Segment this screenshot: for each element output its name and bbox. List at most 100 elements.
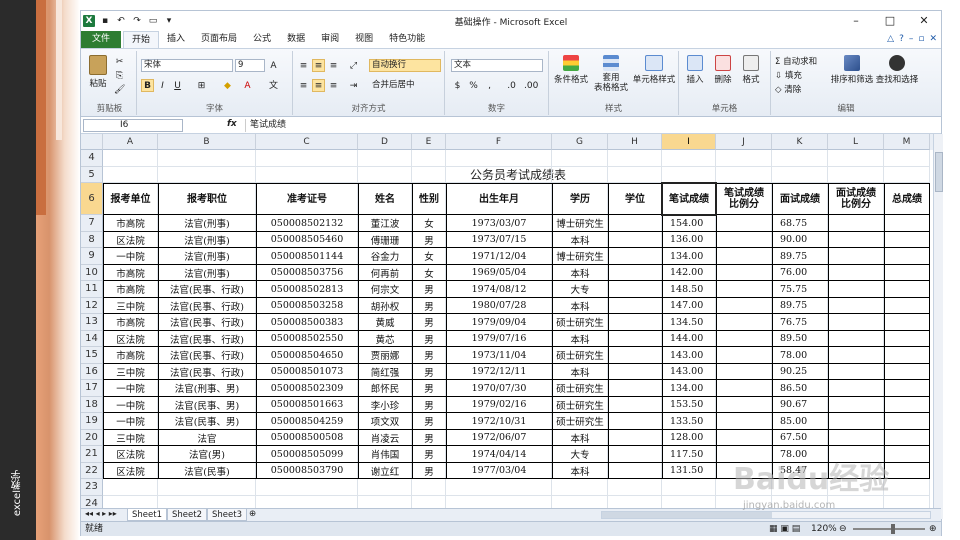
cell-d13[interactable]: 黄威 — [358, 314, 412, 331]
cell-m21[interactable] — [884, 446, 930, 463]
cell-b21[interactable]: 法官(男) — [158, 446, 256, 463]
tab-review[interactable]: 审阅 — [313, 31, 347, 48]
decrease-decimal-icon[interactable]: .00 — [523, 79, 538, 92]
row-header-13[interactable]: 13 — [81, 314, 103, 331]
row-header-22[interactable]: 22 — [81, 462, 103, 479]
row-header-19[interactable]: 19 — [81, 413, 103, 430]
cell-g17[interactable]: 硕士研究生 — [552, 380, 608, 397]
cell-b18[interactable]: 法官(民事、男) — [158, 397, 256, 414]
comma-icon[interactable]: , — [483, 79, 496, 92]
cell-e13[interactable]: 男 — [412, 314, 446, 331]
cell-k13[interactable]: 76.75 — [772, 314, 828, 331]
cell-k12[interactable]: 89.75 — [772, 298, 828, 315]
cell-j22[interactable] — [716, 463, 772, 480]
cell-h11[interactable] — [608, 281, 662, 298]
column-header-a[interactable]: A — [103, 134, 158, 150]
cell-b15[interactable]: 法官(民事、行政) — [158, 347, 256, 364]
cell-g11[interactable]: 大专 — [552, 281, 608, 298]
row-header-8[interactable]: 8 — [81, 231, 103, 248]
cell-h21[interactable] — [608, 446, 662, 463]
cell-i19[interactable]: 133.50 — [662, 413, 716, 430]
tab-home[interactable]: 开始 — [123, 31, 160, 48]
cell-a15[interactable]: 市高院 — [103, 347, 158, 364]
tab-data[interactable]: 数据 — [279, 31, 313, 48]
cell-c8[interactable]: 050008505460 — [256, 232, 358, 249]
tab-formulas[interactable]: 公式 — [245, 31, 279, 48]
vertical-scrollbar[interactable] — [933, 134, 943, 519]
h-scroll-thumb[interactable] — [602, 512, 772, 518]
cell-g8[interactable]: 本科 — [552, 232, 608, 249]
help-icon[interactable]: ? — [899, 31, 904, 48]
cell-f20[interactable]: 1972/06/07 — [446, 430, 552, 447]
cell-h9[interactable] — [608, 248, 662, 265]
cell-g7[interactable]: 博士研究生 — [552, 215, 608, 232]
cell-i9[interactable]: 134.00 — [662, 248, 716, 265]
cell-e17[interactable]: 男 — [412, 380, 446, 397]
cell-j21[interactable] — [716, 446, 772, 463]
orientation-icon[interactable]: ⤢ — [347, 59, 360, 72]
cell-i15[interactable]: 143.00 — [662, 347, 716, 364]
name-box[interactable]: I6 — [83, 119, 183, 132]
cell-a19[interactable]: 一中院 — [103, 413, 158, 430]
cell-g12[interactable]: 本科 — [552, 298, 608, 315]
cell-l14[interactable] — [828, 331, 884, 348]
cell-d10[interactable]: 何再前 — [358, 265, 412, 282]
cell-c13[interactable]: 050008500383 — [256, 314, 358, 331]
cell-d18[interactable]: 李小珍 — [358, 397, 412, 414]
column-header-i[interactable]: I — [662, 134, 716, 150]
cell-l18[interactable] — [828, 397, 884, 414]
cell-a16[interactable]: 三中院 — [103, 364, 158, 381]
cell-g16[interactable]: 本科 — [552, 364, 608, 381]
cell-h12[interactable] — [608, 298, 662, 315]
row-header-7[interactable]: 7 — [81, 215, 103, 232]
cell-f19[interactable]: 1972/10/31 — [446, 413, 552, 430]
cell-c19[interactable]: 050008504259 — [256, 413, 358, 430]
insert-cells-button[interactable]: 插入 — [681, 55, 709, 85]
cell-e12[interactable]: 男 — [412, 298, 446, 315]
row-header-14[interactable]: 14 — [81, 330, 103, 347]
row-header-10[interactable]: 10 — [81, 264, 103, 281]
cell-g21[interactable]: 大专 — [552, 446, 608, 463]
cell-e7[interactable]: 女 — [412, 215, 446, 232]
increase-decimal-icon[interactable]: .0 — [505, 79, 518, 92]
row-header-11[interactable]: 11 — [81, 281, 103, 298]
fill-button[interactable]: ⇩ 填充 — [775, 69, 802, 81]
minimize-icon[interactable]: – — [839, 11, 873, 31]
cell-a12[interactable]: 三中院 — [103, 298, 158, 315]
merge-center-button[interactable]: 合并后居中 — [369, 79, 441, 92]
sheet-tab-2[interactable]: Sheet2 — [167, 509, 207, 521]
italic-button[interactable]: I — [156, 79, 169, 92]
cell-m18[interactable] — [884, 397, 930, 414]
cell-j13[interactable] — [716, 314, 772, 331]
cell-b13[interactable]: 法官(民事、行政) — [158, 314, 256, 331]
cell-j12[interactable] — [716, 298, 772, 315]
cell-k15[interactable]: 78.00 — [772, 347, 828, 364]
sheet-title[interactable]: 公务员考试成绩表 — [103, 167, 933, 183]
doc-restore-icon[interactable]: ▫ — [918, 31, 924, 48]
tab-page-layout[interactable]: 页面布局 — [193, 31, 245, 48]
header-cell-j[interactable]: 笔试成绩 比例分 — [716, 183, 772, 215]
cell-f9[interactable]: 1971/12/04 — [446, 248, 552, 265]
cell-b10[interactable]: 法官(刑事) — [158, 265, 256, 282]
cell-i12[interactable]: 147.00 — [662, 298, 716, 315]
cell-e22[interactable]: 男 — [412, 463, 446, 480]
maximize-icon[interactable]: □ — [873, 11, 907, 31]
cell-a7[interactable]: 市高院 — [103, 215, 158, 232]
cell-a21[interactable]: 区法院 — [103, 446, 158, 463]
row-header-9[interactable]: 9 — [81, 248, 103, 265]
percent-icon[interactable]: % — [467, 79, 480, 92]
cell-e19[interactable]: 男 — [412, 413, 446, 430]
column-header-j[interactable]: J — [716, 134, 772, 150]
row-header-12[interactable]: 12 — [81, 297, 103, 314]
header-cell-a[interactable]: 报考单位 — [103, 183, 158, 215]
cell-e8[interactable]: 男 — [412, 232, 446, 249]
header-cell-c[interactable]: 准考证号 — [256, 183, 358, 215]
row-header-17[interactable]: 17 — [81, 380, 103, 397]
cell-styles-button[interactable]: 单元格样式 — [631, 55, 677, 85]
cell-j8[interactable] — [716, 232, 772, 249]
cell-h8[interactable] — [608, 232, 662, 249]
cell-c22[interactable]: 050008503790 — [256, 463, 358, 480]
zoom-slider[interactable] — [853, 524, 925, 534]
cell-e21[interactable]: 男 — [412, 446, 446, 463]
align-bottom-icon[interactable]: ≡ — [327, 59, 340, 72]
